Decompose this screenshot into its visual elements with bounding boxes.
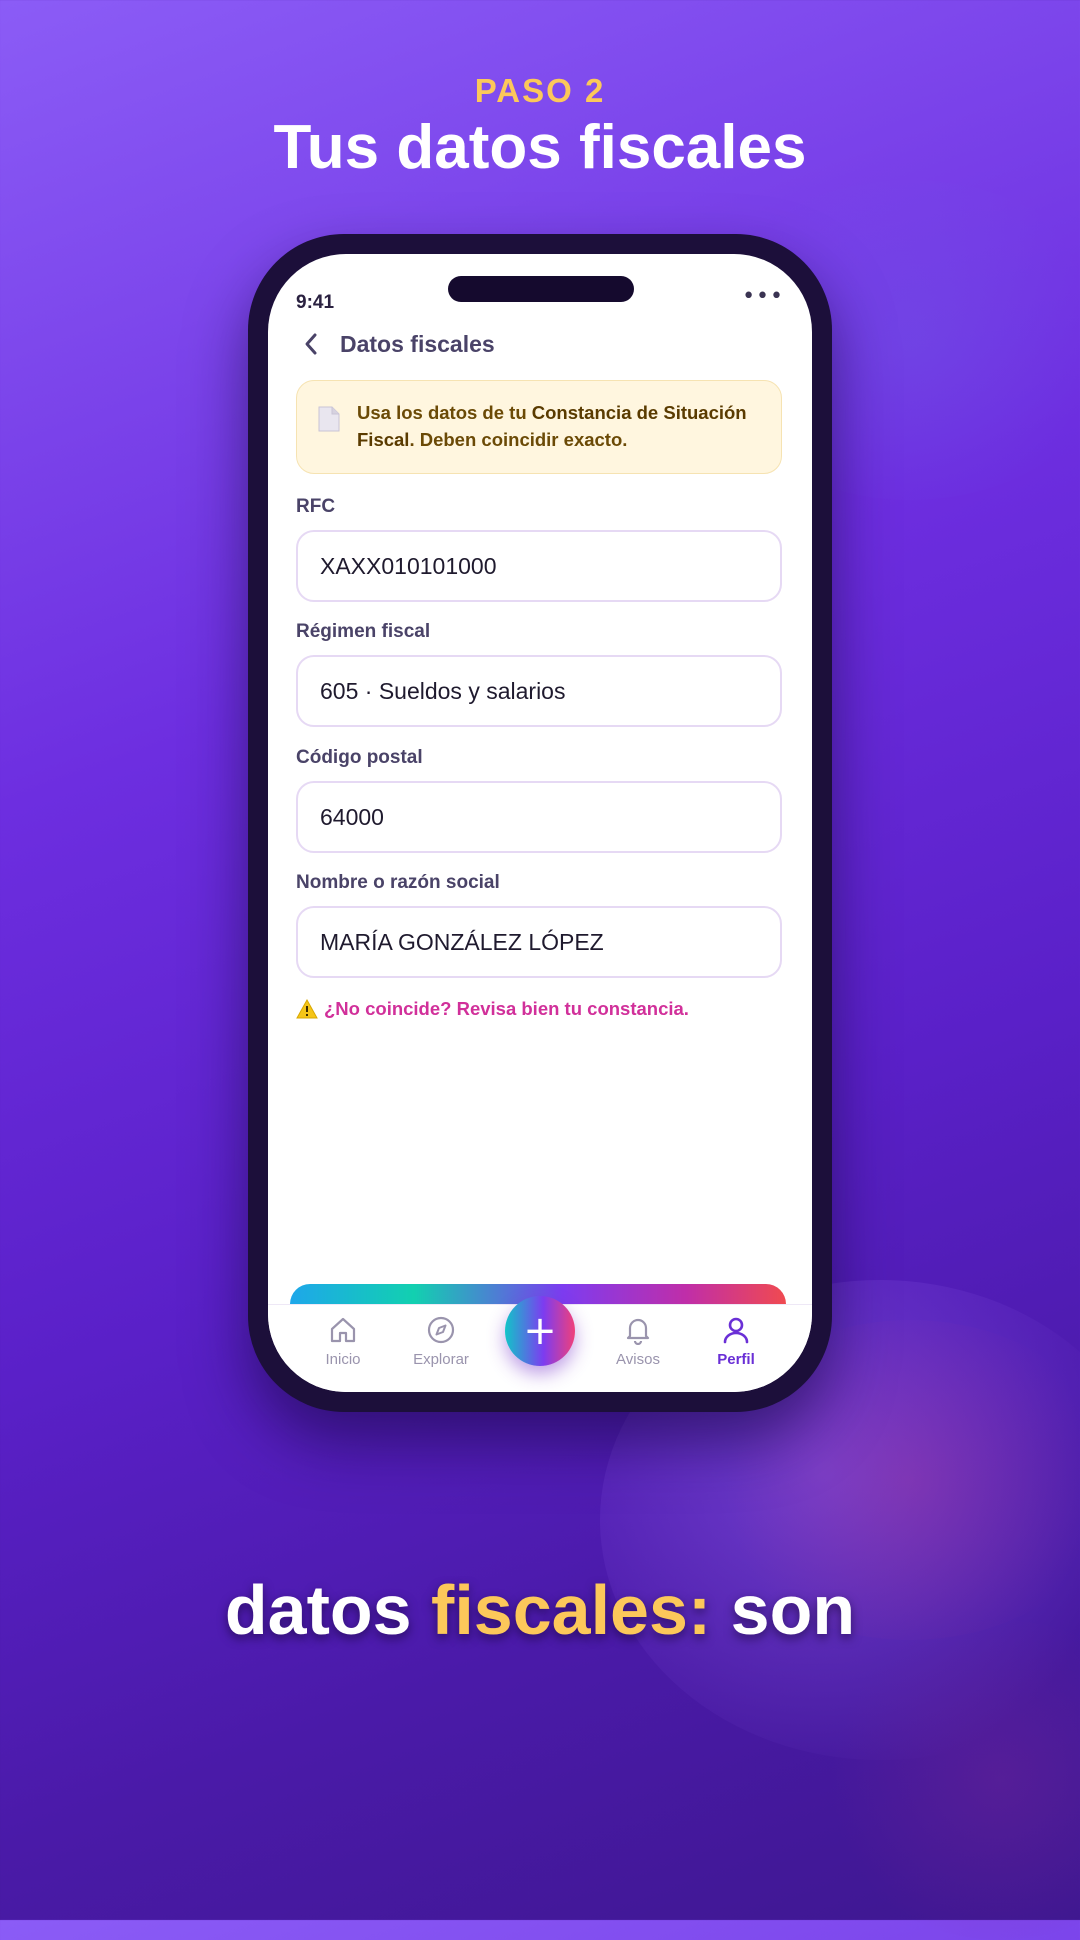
rfc-input[interactable]: XAXX010101000: [296, 530, 782, 602]
add-button[interactable]: +: [505, 1296, 575, 1366]
tab-perfil[interactable]: Perfil: [691, 1315, 781, 1368]
plus-icon: +: [523, 1308, 557, 1354]
status-time: 9:41: [296, 292, 335, 313]
postal-code-input[interactable]: 64000: [296, 781, 782, 853]
nav-bar: Datos fiscales: [296, 324, 495, 364]
warning-icon: [296, 999, 318, 1019]
postal-code-label: Código postal: [296, 747, 423, 768]
rfc-label: RFC: [296, 496, 336, 517]
tab-explorar[interactable]: Explorar: [396, 1315, 486, 1368]
info-notice: Usa los datos de tu Constancia de Situac…: [296, 380, 782, 474]
warning-message: ¿No coincide? Revisa bien tu constancia.: [296, 998, 689, 1020]
home-icon: [330, 1317, 356, 1343]
dynamic-island: [448, 276, 634, 302]
notice-text: Usa los datos de tu Constancia de Situac…: [357, 402, 747, 450]
status-menu-icon: •••: [742, 284, 784, 309]
subtitle-caption: datos fiscales: son: [224, 1571, 856, 1649]
regimen-select[interactable]: 605 · Sueldos y salarios: [296, 655, 782, 727]
phone-screen: 9:41 ••• Datos fiscales Usa los datos de…: [268, 254, 812, 1392]
regimen-label: Régimen fiscal: [296, 621, 431, 642]
chevron-left-icon: [305, 333, 317, 355]
warning-text: ¿No coincide? Revisa bien tu constancia.: [324, 998, 689, 1019]
name-input[interactable]: MARÍA GONZÁLEZ LÓPEZ: [296, 906, 782, 978]
user-icon: [723, 1317, 749, 1344]
back-button[interactable]: [296, 329, 326, 359]
bell-icon: [626, 1318, 650, 1345]
screen-title: Datos fiscales: [340, 330, 495, 357]
phone-mockup: 9:41 ••• Datos fiscales Usa los datos de…: [248, 234, 832, 1412]
compass-icon: [427, 1316, 455, 1344]
name-label: Nombre o razón social: [296, 872, 500, 893]
page-title: Tus datos fiscales: [273, 113, 807, 182]
tab-avisos[interactable]: Avisos: [593, 1315, 683, 1368]
step-label: PASO 2: [474, 72, 606, 109]
document-icon: [318, 406, 340, 432]
tab-inicio[interactable]: Inicio: [298, 1315, 388, 1368]
